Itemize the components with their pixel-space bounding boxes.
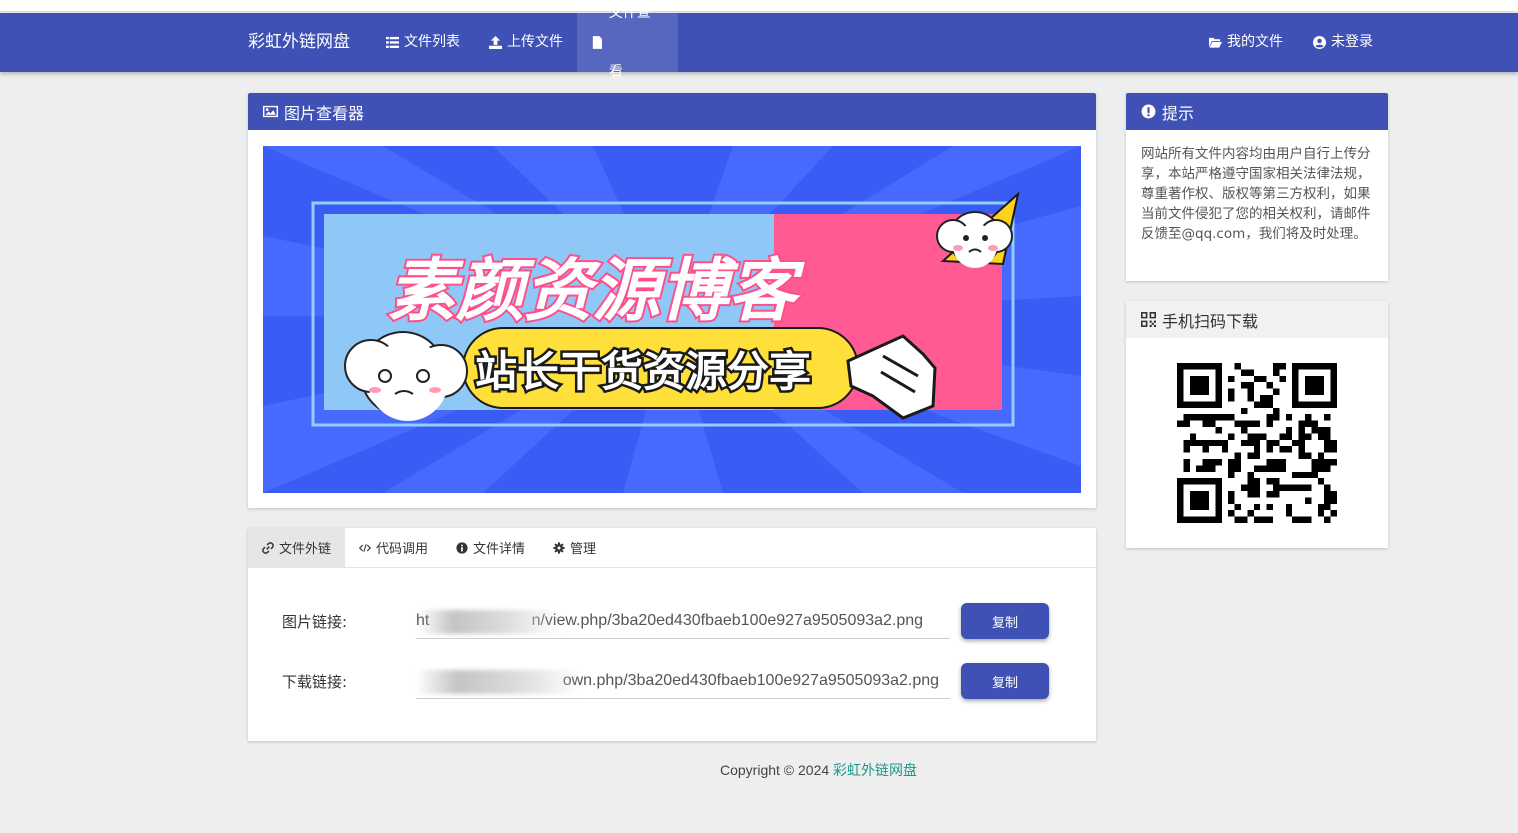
qr-code-image [1177,363,1337,523]
tab-label: 文件外链 [279,542,332,557]
folder-open-icon [1209,37,1222,48]
nav-item-label: 未登录 [1331,34,1373,50]
image-link-row: 图片链接: 复制 [282,603,1049,639]
code-icon [359,543,372,552]
browser-top-strip [0,0,1518,12]
nav-item-label: 我的文件 [1227,34,1283,50]
banner-title-text: 素颜资源博客 [388,252,805,331]
gear-icon [553,541,565,554]
banner-subtitle-text: 站长干货资源分享 [475,347,811,396]
preview-image[interactable]: 素颜资源博客 站长干货资源分享 [263,146,1081,493]
footer: Copyright © 2024 彩虹外链网盘 [720,760,917,780]
download-link-row: 下载链接: 复制 [282,663,1049,699]
image-icon [263,105,278,118]
nav-item-label: 文件查看 [608,4,651,80]
image-viewer-panel: 图片查看器 素颜资源博客 站长干货资源分享 [248,93,1096,508]
notice-header: 提示 [1126,93,1388,130]
upload-icon [489,36,502,49]
image-link-label: 图片链接: [282,612,348,631]
nav-item-label: 上传文件 [507,34,563,50]
nav-item-label: 文件列表 [404,34,460,50]
link-icon [262,541,274,554]
image-viewer-header: 图片查看器 [248,93,1096,130]
nav-item-my-files[interactable]: 我的文件 [1195,13,1297,72]
tab-file-links[interactable]: 文件外链 [248,528,346,567]
navbar: 彩虹外链网盘 文件列表 上传文件 文件查看 我的文件 未登录 [0,5,1518,80]
notice-text: 网站所有文件内容均由用户自行上传分享，本站严格遵守国家相关法律法规，尊重著作权、… [1141,146,1371,242]
footer-site-link[interactable]: 彩虹外链网盘 [833,763,917,779]
notice-panel: 提示 网站所有文件内容均由用户自行上传分享，本站严格遵守国家相关法律法规，尊重著… [1126,93,1388,281]
download-link-label: 下载链接: [282,672,348,691]
brand-logo-text[interactable]: 彩虹外链网盘 [248,13,350,72]
tab-label: 管理 [570,542,597,557]
qr-panel: 手机扫码下载 [1126,301,1388,548]
redaction-blur [418,610,560,634]
copy-download-link-button[interactable]: 复制 [961,663,1049,699]
exclamation-circle-icon [1141,104,1156,119]
redaction-blur [416,670,581,694]
file-icon [592,36,602,49]
copy-image-link-button[interactable]: 复制 [961,603,1049,639]
tab-label: 代码调用 [376,542,429,557]
file-tabs: 文件外链 代码调用 文件详情 管理 [248,528,1096,568]
list-icon [386,36,399,48]
panel-title: 提示 [1162,103,1195,123]
banner-graphic: 素颜资源博客 站长干货资源分享 [263,146,1081,493]
nav-item-file-list[interactable]: 文件列表 [372,13,474,72]
nav-item-upload[interactable]: 上传文件 [475,13,577,72]
qrcode-icon [1141,312,1156,327]
tab-file-details[interactable]: 文件详情 [442,528,539,567]
panel-title: 图片查看器 [284,103,365,123]
nav-item-login[interactable]: 未登录 [1299,13,1387,72]
qr-header: 手机扫码下载 [1126,301,1388,338]
tab-code-embed[interactable]: 代码调用 [345,528,442,567]
tab-manage[interactable]: 管理 [539,528,610,567]
nav-item-file-view[interactable]: 文件查看 [577,5,678,80]
tab-label: 文件详情 [473,542,526,557]
info-icon [456,541,468,554]
user-circle-icon [1313,36,1326,49]
file-links-panel: 文件外链 代码调用 文件详情 管理 图片链接: 复制 下载链接: 复制 [248,528,1096,741]
panel-title: 手机扫码下载 [1162,311,1259,331]
copyright-text: Copyright © 2024 [720,762,830,778]
